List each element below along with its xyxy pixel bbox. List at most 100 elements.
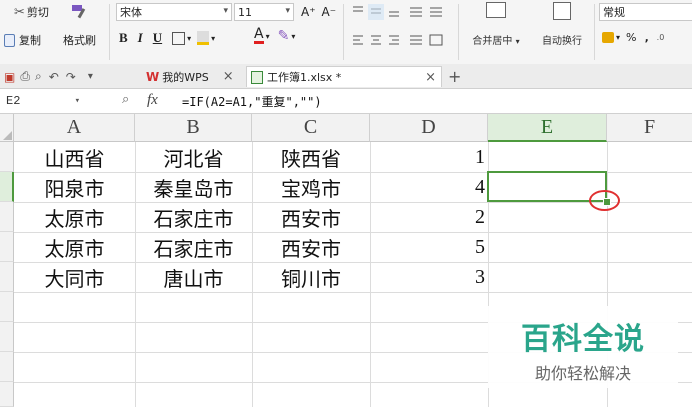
cell-a3[interactable]: 太原市 [14, 202, 135, 232]
cell-a1[interactable]: 山西省 [14, 142, 135, 172]
cell-text: 太原市 [44, 236, 105, 261]
select-all-corner[interactable] [0, 114, 14, 142]
increase-decimal-icon[interactable]: .0 [657, 33, 665, 42]
cell-c2[interactable]: 宝鸡市 [252, 172, 370, 202]
cell-text: 2 [475, 205, 485, 228]
tab-bar: ▣ ⎙ ⌕ ↶ ↷ ▾ W 我的WPS × 工作簿1.xlsx * × + [0, 64, 692, 89]
fill-color-icon[interactable] [197, 31, 210, 45]
print-preview-icon[interactable]: ⌕ [35, 69, 42, 84]
cell-a2[interactable]: 阳泉市 [14, 172, 135, 202]
zoom-search-icon[interactable]: ⌕ [122, 92, 129, 107]
row-header-2[interactable] [0, 172, 14, 202]
format-painter-label: 格式刷 [63, 34, 96, 47]
merge-center-button[interactable]: 合并居中 ▾ [466, 2, 526, 47]
column-header-f[interactable]: F [607, 114, 692, 142]
function-icon[interactable]: fx [147, 92, 158, 109]
percent-button[interactable]: % [626, 31, 636, 44]
column-header-d[interactable]: D [370, 114, 488, 142]
cell-b3[interactable]: 石家庄市 [135, 202, 252, 232]
close-icon[interactable]: × [425, 70, 436, 85]
merge-center-label: 合并居中 [472, 36, 513, 47]
row-header-9[interactable] [0, 382, 14, 407]
chevron-down-icon[interactable]: ▾ [88, 71, 93, 82]
font-size-buttons: A⁺ A⁻ [301, 5, 336, 19]
formula-text: =IF(A2=A1,"重复","") [182, 94, 322, 109]
cell-text: 石家庄市 [153, 236, 234, 261]
comma-button[interactable]: ‚ [644, 31, 648, 44]
font-color-button[interactable]: A ▾ ✎ ▾ [254, 27, 295, 44]
close-icon[interactable]: × [223, 69, 234, 84]
row-header-6[interactable] [0, 292, 14, 322]
cut-label: 剪切 [26, 6, 49, 19]
cell-b5[interactable]: 唐山市 [135, 262, 252, 292]
format-painter-icon[interactable] [68, 3, 90, 21]
cell-b4[interactable]: 石家庄市 [135, 232, 252, 262]
number-format-select[interactable]: 常规 [599, 3, 692, 21]
chevron-down-icon: ▾ [211, 33, 216, 43]
cell-d1[interactable]: 1 [370, 142, 488, 172]
cell-text: 大同市 [44, 266, 105, 291]
currency-icon[interactable] [602, 32, 614, 43]
shrink-font-button[interactable]: A⁻ [322, 5, 337, 19]
cell-b1[interactable]: 河北省 [135, 142, 252, 172]
cell-c5[interactable]: 铜川市 [252, 262, 370, 292]
cut-button[interactable]: ✂ 剪切 [14, 4, 49, 20]
cell-d2[interactable]: 4 [370, 172, 488, 202]
alignment-icons [350, 4, 450, 54]
row-header-1[interactable] [0, 142, 14, 172]
underline-button[interactable]: U [153, 30, 162, 46]
auto-wrap-label: 自动换行 [542, 36, 582, 47]
tab-my-wps[interactable]: W 我的WPS × [146, 66, 234, 87]
cell-d4[interactable]: 5 [370, 232, 488, 262]
highlight-circle [589, 190, 620, 211]
divider [458, 4, 459, 60]
chevron-down-icon: ▾ [74, 96, 80, 106]
print-icon[interactable]: ⎙ [20, 69, 30, 84]
cell-c4[interactable]: 西安市 [252, 232, 370, 262]
divider [343, 4, 344, 60]
spreadsheet-grid: A B C D E F 山西省 河北省 陕西省 1 阳泉市 秦皇岛市 宝鸡市 4… [0, 114, 692, 407]
grow-font-button[interactable]: A⁺ [301, 5, 316, 19]
save-icon[interactable]: ▣ [4, 70, 15, 84]
redo-icon[interactable]: ↷ [66, 70, 76, 84]
row-header-4[interactable] [0, 232, 14, 262]
column-label: A [66, 116, 82, 138]
row-header-7[interactable] [0, 322, 14, 352]
font-name-select[interactable]: 宋体 ▾ [116, 3, 232, 21]
font-size-select[interactable]: 11 ▾ [234, 3, 294, 21]
clear-format-icon[interactable]: ✎ [278, 28, 290, 44]
border-icon[interactable] [172, 31, 186, 45]
chevron-down-icon: ▾ [187, 33, 192, 43]
cell-reference: E2 [6, 94, 21, 108]
new-tab-button[interactable]: + [448, 66, 461, 87]
cell-text: 宝鸡市 [281, 176, 341, 201]
cell-c1[interactable]: 陕西省 [252, 142, 370, 172]
cell-d5[interactable]: 3 [370, 262, 488, 292]
format-painter-button[interactable]: 格式刷 [63, 32, 96, 48]
undo-icon[interactable]: ↶ [49, 70, 59, 84]
chevron-down-icon: ▾ [223, 6, 228, 16]
copy-button[interactable]: 复制 [4, 32, 41, 48]
bold-button[interactable]: B [119, 30, 128, 46]
name-box[interactable]: E2 ▾ [0, 91, 84, 111]
column-header-e[interactable]: E [488, 114, 607, 142]
row-header-8[interactable] [0, 352, 14, 382]
row-header-5[interactable] [0, 262, 14, 292]
divider [109, 4, 110, 60]
cell-a5[interactable]: 大同市 [14, 262, 135, 292]
cell-a4[interactable]: 太原市 [14, 232, 135, 262]
auto-wrap-button[interactable]: 自动换行 [534, 2, 590, 47]
column-header-b[interactable]: B [135, 114, 252, 142]
column-header-a[interactable]: A [14, 114, 135, 142]
tab-workbook[interactable]: 工作簿1.xlsx * × [246, 66, 442, 87]
italic-button[interactable]: I [138, 30, 143, 46]
column-header-c[interactable]: C [252, 114, 370, 142]
cell-c3[interactable]: 西安市 [252, 202, 370, 232]
formula-bar: E2 ▾ ⌕ fx =IF(A2=A1,"重复","") [0, 89, 692, 114]
cell-b2[interactable]: 秦皇岛市 [135, 172, 252, 202]
row-header-3[interactable] [0, 202, 14, 232]
cell-d3[interactable]: 2 [370, 202, 488, 232]
format-buttons: B I U ▾ ▾ [119, 30, 215, 46]
formula-input[interactable]: =IF(A2=A1,"重复","") [176, 91, 692, 111]
gridline [14, 292, 692, 293]
